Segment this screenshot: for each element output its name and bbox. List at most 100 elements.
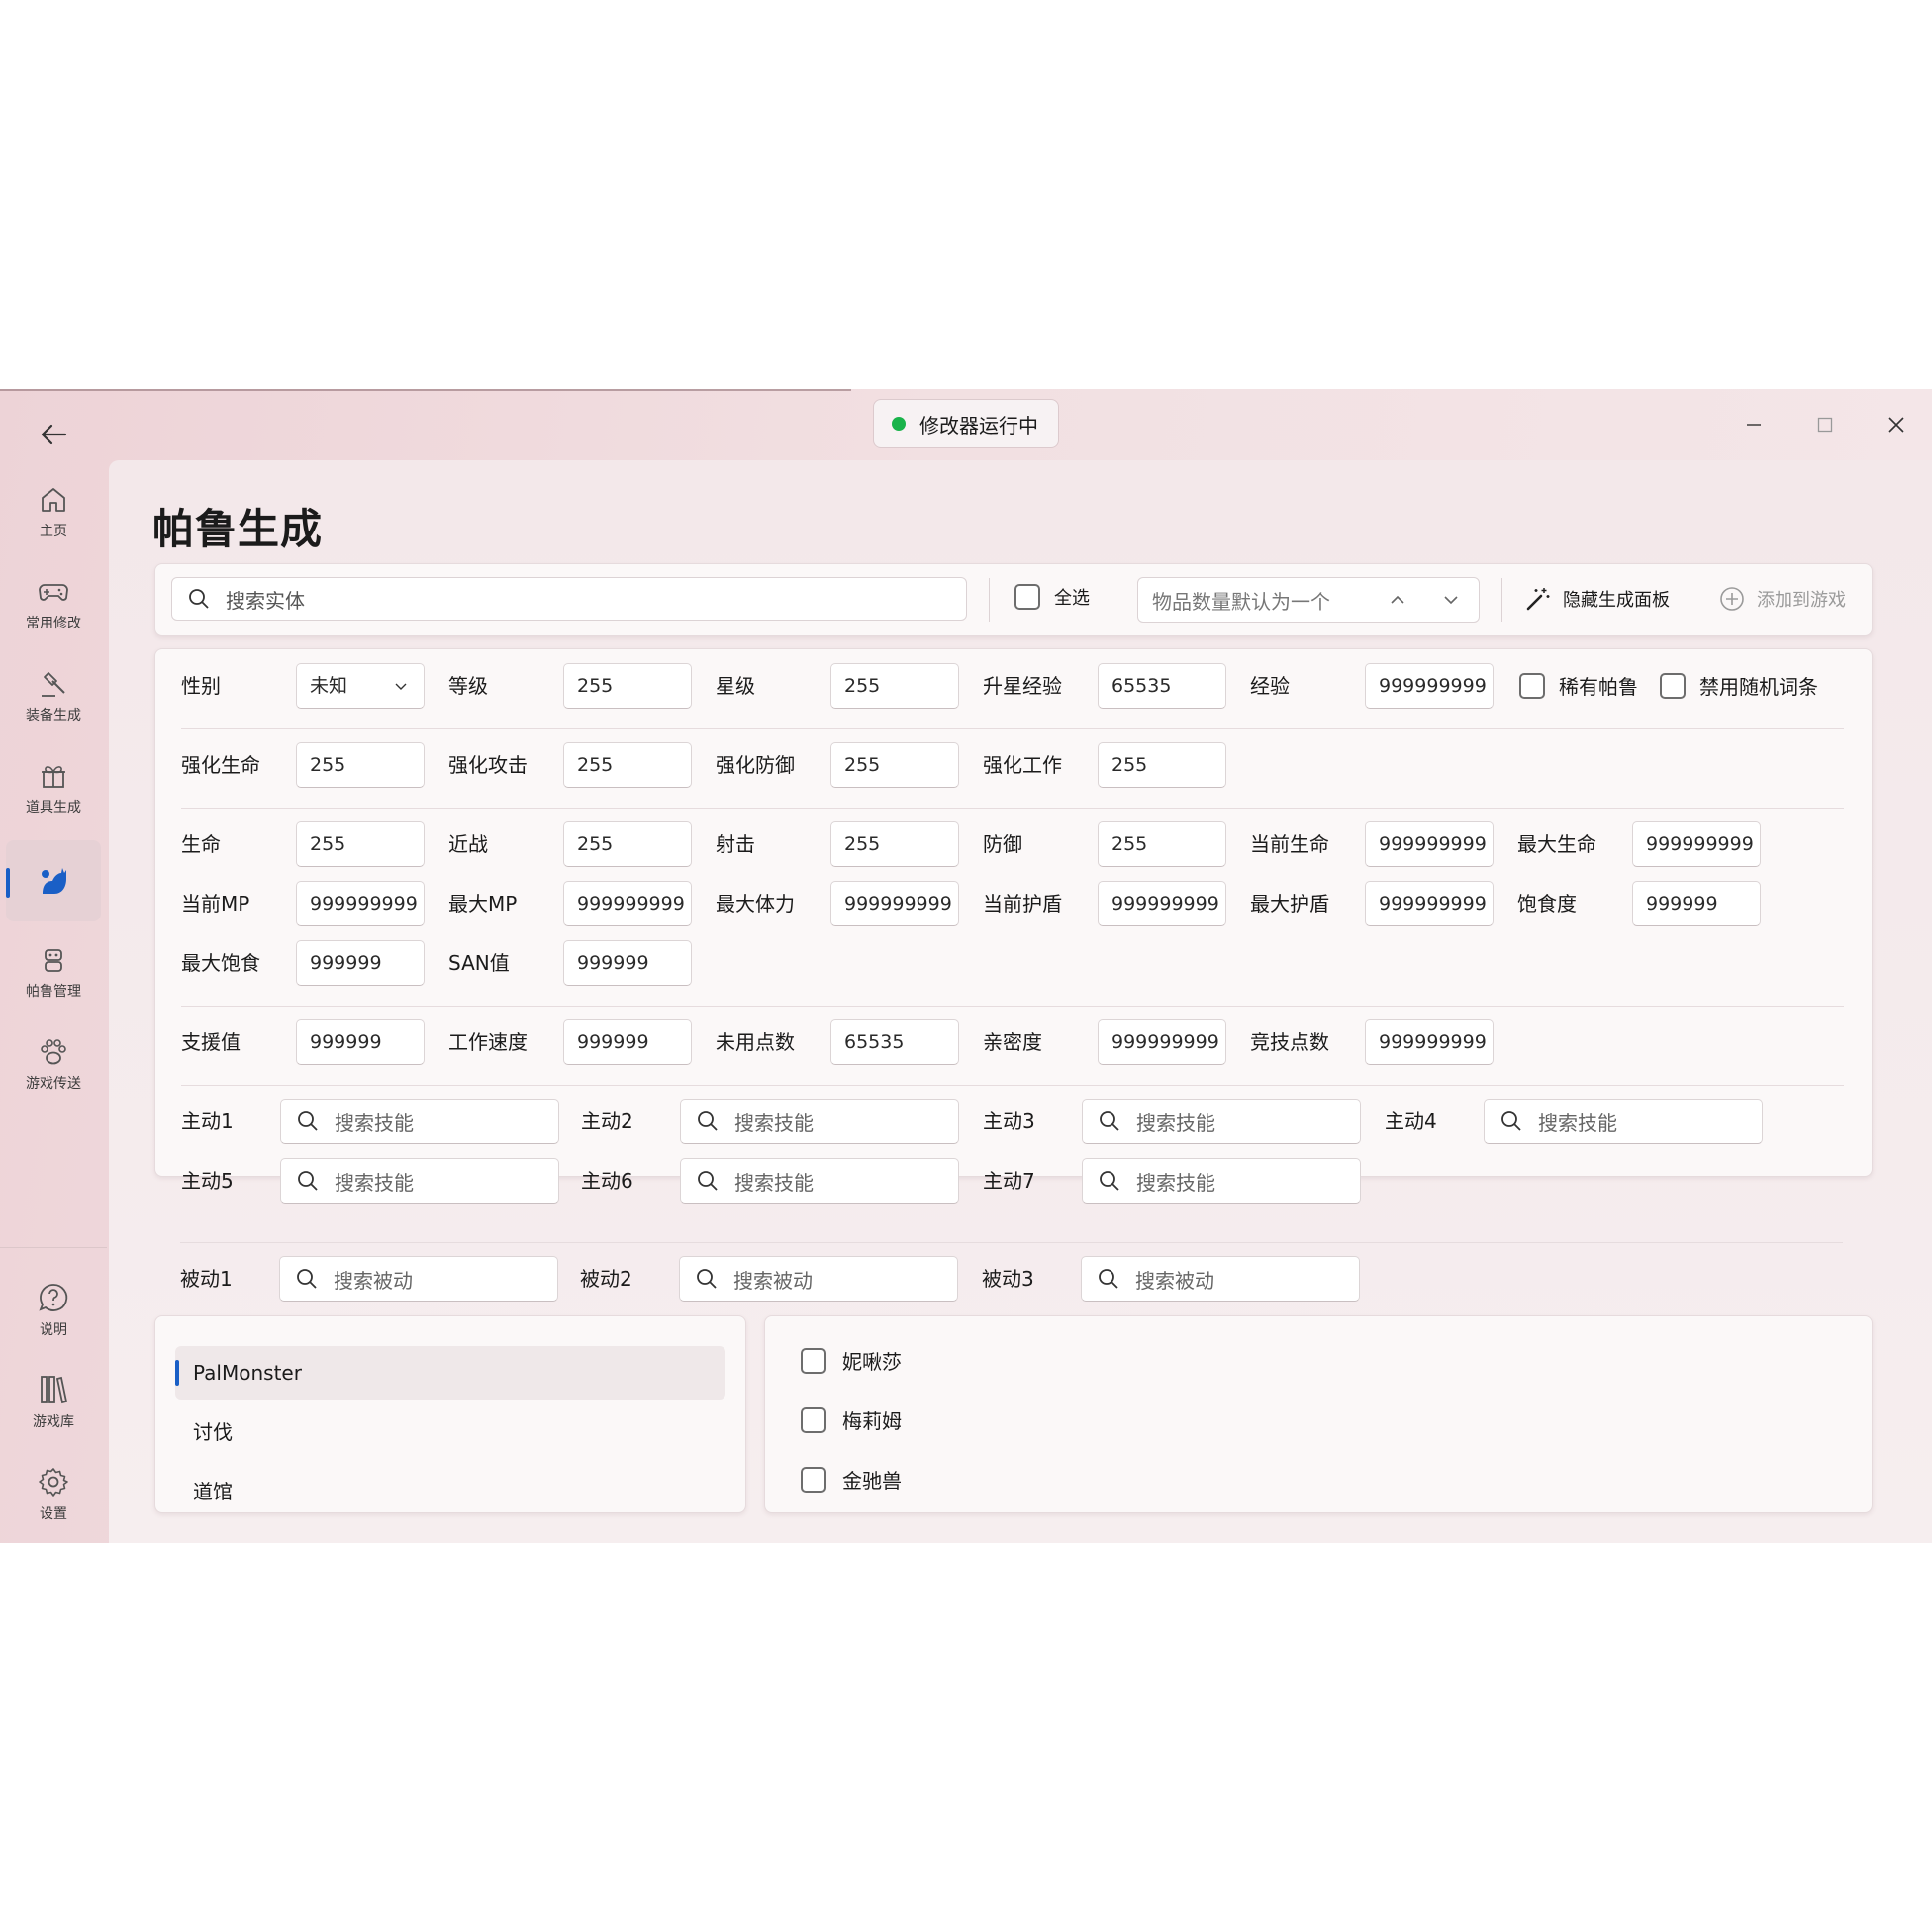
star-exp-input[interactable]: 65535 (1098, 663, 1226, 709)
nav-item-game-library[interactable]: 游戏库 (6, 1362, 101, 1443)
pal-checkbox-item[interactable]: 妮啾莎 (801, 1346, 902, 1375)
gender-select[interactable]: 未知 (296, 663, 425, 709)
field-label: 主动7 (983, 1169, 1035, 1193)
minimize-button[interactable] (1726, 405, 1782, 444)
nav-item-pal-manage[interactable]: 帕鲁管理 (6, 932, 101, 1014)
boost-def-input[interactable]: 255 (830, 742, 959, 788)
add-to-game-button[interactable]: 添加到游戏 (1719, 586, 1846, 612)
work-speed-input[interactable]: 999999 (563, 1019, 692, 1065)
list-item[interactable]: 道馆 (175, 1465, 725, 1512)
maximize-icon (1817, 417, 1833, 433)
nav-item-teleport[interactable]: 游戏传送 (6, 1024, 101, 1106)
hammer-icon (39, 669, 68, 699)
section-divider (181, 728, 1844, 729)
field-label: 性别 (181, 674, 221, 698)
field-label: 经验 (1250, 674, 1290, 698)
active-skill-1-input[interactable]: 搜索技能 (280, 1099, 559, 1144)
active-skill-5-input[interactable]: 搜索技能 (280, 1158, 559, 1204)
back-button[interactable] (34, 415, 73, 454)
nav-item-equipment-gen[interactable]: 装备生成 (6, 656, 101, 737)
library-icon (38, 1374, 69, 1405)
passive-skill-3-input[interactable]: 搜索被动 (1081, 1256, 1360, 1302)
list-item[interactable]: 讨伐 (175, 1405, 725, 1459)
def-input[interactable]: 255 (1098, 821, 1226, 867)
level-input[interactable]: 255 (563, 663, 692, 709)
max-satiety-input[interactable]: 999999 (296, 940, 425, 986)
max-stamina-input[interactable]: 999999999 (830, 881, 959, 926)
intimacy-input[interactable]: 999999999 (1098, 1019, 1226, 1065)
gender-value: 未知 (310, 675, 348, 697)
quantity-stepper[interactable]: 物品数量默认为一个 (1137, 577, 1480, 623)
pal-name: 梅莉姆 (842, 1409, 902, 1433)
chevron-down-icon[interactable] (1437, 586, 1465, 614)
max-mp-input[interactable]: 999999999 (563, 881, 692, 926)
toolbar-divider (1501, 578, 1502, 622)
field-label: 主动2 (581, 1110, 633, 1133)
boost-atk-input[interactable]: 255 (563, 742, 692, 788)
hp-input[interactable]: 255 (296, 821, 425, 867)
skill-placeholder: 搜索被动 (1135, 1268, 1214, 1293)
exp-input[interactable]: 999999999 (1365, 663, 1494, 709)
satiety-input[interactable]: 999999 (1632, 881, 1761, 926)
back-arrow-icon (40, 423, 67, 446)
active-skill-7-input[interactable]: 搜索技能 (1082, 1158, 1361, 1204)
field-label: 最大饱食 (181, 951, 260, 975)
max-shield-input[interactable]: 999999999 (1365, 881, 1494, 926)
passive-skill-2-input[interactable]: 搜索被动 (679, 1256, 958, 1302)
chevron-up-icon[interactable] (1384, 586, 1411, 614)
nav-item-settings[interactable]: 设置 (6, 1454, 101, 1535)
san-input[interactable]: 999999 (563, 940, 692, 986)
checkbox-box (1519, 672, 1545, 699)
field-label: 当前护盾 (983, 892, 1062, 916)
skill-placeholder: 搜索被动 (733, 1268, 813, 1293)
maximize-button[interactable] (1797, 405, 1853, 444)
field-label: 被动3 (982, 1267, 1034, 1291)
active-skill-2-input[interactable]: 搜索技能 (680, 1099, 959, 1144)
entity-search-input[interactable]: 搜索实体 (171, 577, 967, 621)
star-input[interactable]: 255 (830, 663, 959, 709)
current-shield-input[interactable]: 999999999 (1098, 881, 1226, 926)
nav-item-item-gen[interactable]: 道具生成 (6, 748, 101, 829)
current-hp-input[interactable]: 999999999 (1365, 821, 1494, 867)
search-icon (1098, 1268, 1119, 1290)
select-all-checkbox[interactable]: 全选 (1014, 584, 1090, 610)
list-item[interactable]: PalMonster (175, 1346, 725, 1400)
checkbox-label: 禁用随机词条 (1699, 675, 1818, 699)
field-label: 等级 (448, 674, 488, 698)
nav-item-pal-gen[interactable] (6, 840, 101, 921)
current-mp-input[interactable]: 999999999 (296, 881, 425, 926)
passive-skill-1-input[interactable]: 搜索被动 (279, 1256, 558, 1302)
pal-checkbox-item[interactable]: 金驰兽 (801, 1465, 902, 1494)
arena-points-input[interactable]: 999999999 (1365, 1019, 1494, 1065)
quantity-placeholder: 物品数量默认为一个 (1152, 589, 1330, 614)
support-input[interactable]: 999999 (296, 1019, 425, 1065)
shot-input[interactable]: 255 (830, 821, 959, 867)
nav-item-home[interactable]: 主页 (6, 472, 101, 553)
active-skill-6-input[interactable]: 搜索技能 (680, 1158, 959, 1204)
nav-item-common-mods[interactable]: 常用修改 (6, 564, 101, 645)
gear-icon (38, 1466, 69, 1497)
melee-input[interactable]: 255 (563, 821, 692, 867)
rare-pal-checkbox[interactable]: 稀有帕鲁 (1519, 671, 1638, 700)
pal-checkbox-item[interactable]: 梅莉姆 (801, 1405, 902, 1434)
boost-work-input[interactable]: 255 (1098, 742, 1226, 788)
disable-random-traits-checkbox[interactable]: 禁用随机词条 (1660, 671, 1818, 700)
search-icon (1099, 1111, 1120, 1132)
active-skill-4-input[interactable]: 搜索技能 (1484, 1099, 1763, 1144)
field-label: 主动4 (1385, 1110, 1437, 1133)
nav-item-help[interactable]: 说明 (6, 1270, 101, 1351)
max-hp-input[interactable]: 999999999 (1632, 821, 1761, 867)
search-icon (697, 1111, 719, 1132)
boost-hp-input[interactable]: 255 (296, 742, 425, 788)
form-row-passive-skills: 被动1 搜索被动 被动2 搜索被动 被动3 搜索被动 (154, 1256, 1871, 1302)
unused-points-input[interactable]: 65535 (830, 1019, 959, 1065)
close-button[interactable] (1869, 405, 1924, 444)
form-row-stats: 生命 255 近战 255 射击 255 防御 255 当前生命 9999999… (155, 821, 1872, 867)
field-label: 最大MP (448, 892, 518, 916)
section-divider (181, 1085, 1844, 1086)
field-label: 主动5 (181, 1169, 234, 1193)
field-label: 未用点数 (716, 1030, 795, 1054)
pal-name: 金驰兽 (842, 1469, 902, 1493)
hide-panel-button[interactable]: 隐藏生成面板 (1525, 586, 1670, 612)
active-skill-3-input[interactable]: 搜索技能 (1082, 1099, 1361, 1144)
